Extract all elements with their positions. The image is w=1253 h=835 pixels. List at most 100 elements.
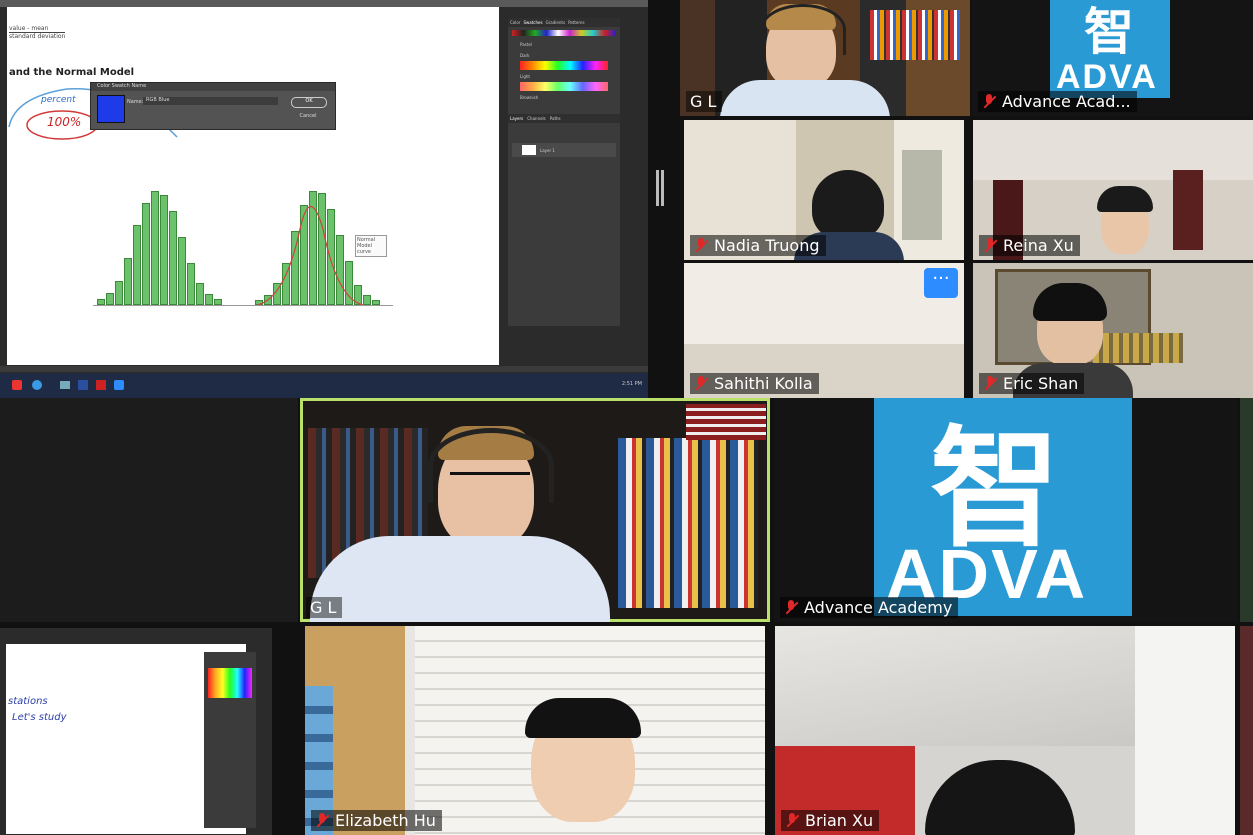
- small-handwriting-2: Let's study: [12, 712, 67, 723]
- participant-label: Elizabeth Hu: [311, 810, 442, 831]
- participant-name: Eric Shan: [1003, 374, 1079, 393]
- books: [870, 10, 960, 60]
- dialog-title: Color Swatch Name: [91, 83, 335, 91]
- small-swatch-grid: [208, 668, 252, 698]
- dialog-name-field[interactable]: RGB Blue: [143, 97, 278, 105]
- participant-label: Nadia Truong: [690, 235, 826, 256]
- slide-axis: [93, 305, 393, 306]
- participant-hair: [1097, 186, 1153, 212]
- panel-tab-patterns[interactable]: Patterns: [568, 20, 584, 25]
- video-tile-gl-small[interactable]: G L: [680, 0, 970, 116]
- muted-mic-icon: [694, 237, 708, 254]
- taskbar-start-icon[interactable]: [12, 380, 22, 390]
- photoshop-right-panel: Color Swatches Gradients Patterns Pastel…: [508, 18, 620, 326]
- more-options-button[interactable]: ···: [924, 268, 958, 298]
- swatch-group-light[interactable]: Light: [520, 74, 620, 79]
- layers-tab-paths[interactable]: Paths: [550, 116, 561, 121]
- taskbar-clock: 2:51 PM: [621, 381, 642, 387]
- participant-hair: [812, 170, 884, 240]
- participant-name: Reina Xu: [1003, 236, 1074, 255]
- bright-window: [1135, 626, 1235, 835]
- muted-mic-icon: [983, 237, 997, 254]
- advance-logo-large: 智 ADVA: [874, 398, 1132, 616]
- scroll-bar[interactable]: [0, 366, 648, 372]
- taskbar-pdf-icon[interactable]: [96, 380, 106, 390]
- swatch-row-bright: [520, 61, 608, 70]
- participant-label: Sahithi Kolla: [690, 373, 819, 394]
- swatch-group-pastel[interactable]: Pastel: [520, 42, 620, 47]
- slide-canvas: value - mean standard deviation and the …: [7, 7, 499, 365]
- partial-tile-edge-bottom: [1240, 626, 1253, 835]
- bookshelf-right: [618, 438, 758, 608]
- participant-name: Advance Academy: [804, 598, 953, 617]
- video-tile-reina-xu[interactable]: Reina Xu: [973, 120, 1253, 260]
- panel-tabs: Color Swatches Gradients Patterns: [508, 18, 620, 27]
- participant-label: Advance Academy: [780, 597, 959, 618]
- taskbar-explorer-icon[interactable]: [60, 381, 70, 389]
- participant-label: Brian Xu: [781, 810, 880, 831]
- participant-name: Elizabeth Hu: [335, 811, 436, 830]
- participant-hair: [925, 760, 1075, 835]
- layer-row[interactable]: Layer 1: [512, 143, 616, 157]
- participant-label: Advance Acad...: [978, 91, 1137, 112]
- video-tile-advance-academy-large[interactable]: 智 ADVA Advance Academy: [774, 398, 1238, 622]
- participant-label: Eric Shan: [979, 373, 1085, 394]
- participant-name: G L: [690, 92, 717, 111]
- handwriting-percent: percent: [41, 95, 76, 105]
- participant-hair: [525, 698, 641, 738]
- video-tile-gl-large[interactable]: G L: [300, 398, 770, 622]
- participant-name: G L: [310, 598, 337, 617]
- splitter-handle[interactable]: [648, 0, 682, 398]
- participant-name: Sahithi Kolla: [714, 374, 813, 393]
- dialog-cancel-button[interactable]: Cancel: [291, 113, 325, 122]
- empty-tile: [0, 398, 298, 622]
- headset-icon: [760, 4, 846, 55]
- video-tile-sahithi-kolla[interactable]: ··· Sahithi Kolla: [684, 263, 964, 398]
- trophies: [1093, 333, 1183, 363]
- taskbar: 2:51 PM: [0, 373, 648, 398]
- shared-screen-large: value - mean standard deviation and the …: [0, 0, 648, 398]
- panel-tab-swatches[interactable]: Swatches: [523, 20, 542, 25]
- participant-name: Nadia Truong: [714, 236, 820, 255]
- swatch-row-top: [512, 30, 616, 36]
- participant-label: Reina Xu: [979, 235, 1080, 256]
- layers-tab-layers[interactable]: Layers: [510, 116, 523, 121]
- taskbar-zoom-icon[interactable]: [114, 380, 124, 390]
- swatch-group-brownish[interactable]: Brownish: [520, 95, 620, 100]
- taskbar-photoshop-icon[interactable]: [78, 380, 88, 390]
- video-tile-advance-academy-small[interactable]: 智 ADVA Advance Acad...: [972, 0, 1253, 116]
- headset-icon: [428, 428, 554, 503]
- advance-logo: 智 ADVA: [1050, 0, 1170, 98]
- layer-thumbnail: [522, 145, 536, 155]
- muted-mic-icon: [983, 375, 997, 392]
- formula-top: value - mean: [9, 25, 66, 33]
- layer-name: Layer 1: [540, 147, 555, 153]
- room-ceiling: [973, 120, 1253, 180]
- handwriting-100: 100%: [47, 115, 82, 129]
- panel-tab-color[interactable]: Color: [510, 20, 520, 25]
- normal-curve: [256, 206, 364, 306]
- dialog-color-preview: [97, 95, 125, 123]
- color-swatch-dialog[interactable]: Color Swatch Name Name: RGB Blue OK Canc…: [90, 82, 336, 130]
- muted-mic-icon: [982, 93, 996, 110]
- video-tile-elizabeth-hu[interactable]: Elizabeth Hu: [305, 626, 765, 835]
- formula-bottom: standard deviation: [9, 33, 66, 40]
- partial-tile-edge: [1240, 398, 1253, 622]
- video-tile-nadia-truong[interactable]: Nadia Truong: [684, 120, 964, 260]
- browser-tab-strip: [0, 0, 648, 7]
- participant-name: Brian Xu: [805, 811, 874, 830]
- swatch-group-dark[interactable]: Dark: [520, 53, 620, 58]
- small-handwriting-1: stations: [8, 696, 48, 707]
- layers-tab-channels[interactable]: Channels: [527, 116, 546, 121]
- shared-screen-small: stations Let's study: [0, 628, 272, 835]
- dialog-ok-button[interactable]: OK: [291, 97, 327, 108]
- histogram-left: [97, 189, 222, 305]
- taskbar-app-icon[interactable]: [32, 380, 42, 390]
- panel-tab-gradients[interactable]: Gradients: [546, 20, 566, 25]
- room-window: [1173, 170, 1203, 250]
- dialog-name-label: Name:: [127, 99, 144, 105]
- muted-mic-icon: [694, 375, 708, 392]
- video-tile-eric-shan[interactable]: Eric Shan: [973, 263, 1253, 398]
- logo-character: 智: [1084, 2, 1134, 61]
- video-tile-brian-xu[interactable]: Brian Xu: [775, 626, 1235, 835]
